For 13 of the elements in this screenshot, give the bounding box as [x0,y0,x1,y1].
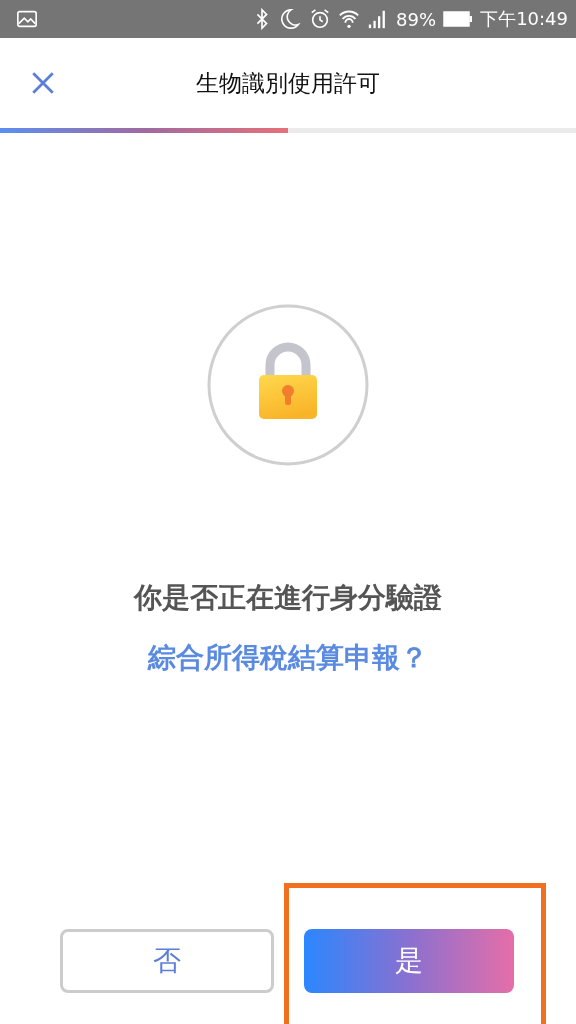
padlock-icon [206,303,370,467]
wifi-icon [338,8,361,30]
subject-text: 綜合所得稅結算申報？ [148,640,428,676]
question-text: 你是否正在進行身分驗證 [134,580,442,616]
confirm-button[interactable]: 是 [304,929,514,993]
image-icon [16,8,38,30]
close-button[interactable] [30,70,56,96]
battery-icon [443,10,474,28]
battery-percent: 89% [396,8,437,30]
decline-button[interactable]: 否 [60,929,274,993]
clock-time: 下午10:49 [480,7,568,31]
moon-icon [280,8,303,30]
page-title: 生物識別使用許可 [196,68,380,98]
